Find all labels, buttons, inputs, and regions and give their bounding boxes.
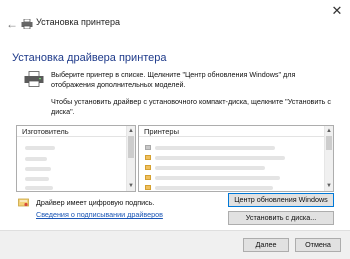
driver-signing-link[interactable]: Сведения о подписывании драйверов: [36, 210, 163, 219]
printer-item-icon: [145, 175, 151, 180]
instruction-text-1: Выберите принтер в списке. Щелкните "Цен…: [51, 70, 296, 89]
printer-icon: [21, 19, 33, 29]
scroll-thumb[interactable]: [128, 136, 134, 158]
manufacturer-column-header: Изготовитель: [17, 126, 126, 137]
page-heading: Установка драйвера принтера: [12, 52, 167, 64]
window-title: Установка принтера: [36, 17, 120, 27]
printer-item-icon: [145, 155, 151, 160]
signature-status-text: Драйвер имеет цифровую подпись.: [36, 198, 155, 207]
printers-column-header: Принтеры: [139, 126, 324, 137]
scroll-down-icon[interactable]: ▼: [325, 182, 333, 190]
signed-driver-icon: [18, 198, 29, 207]
scroll-thumb[interactable]: [326, 136, 332, 150]
cancel-button[interactable]: Отмена: [295, 238, 341, 252]
printer-item-icon: [145, 185, 151, 190]
printer-item-icon: [145, 145, 151, 150]
next-button[interactable]: Далее: [243, 238, 289, 252]
scroll-down-icon[interactable]: ▼: [127, 182, 135, 190]
close-icon[interactable]: ✕: [330, 4, 344, 18]
instruction-text-2: Чтобы установить драйвер с установочного…: [51, 97, 332, 116]
dialog-window: ✕ ← Установка принтера Установка драйвер…: [0, 0, 350, 259]
scroll-up-icon[interactable]: ▲: [127, 127, 135, 135]
manufacturer-listbox[interactable]: Изготовитель ▲ ▼: [16, 125, 136, 192]
printers-scrollbar[interactable]: ▲ ▼: [324, 126, 333, 191]
manufacturer-scrollbar[interactable]: ▲ ▼: [126, 126, 135, 191]
scroll-up-icon[interactable]: ▲: [325, 127, 333, 135]
windows-update-button[interactable]: Центр обновления Windows: [228, 193, 334, 207]
back-arrow-icon[interactable]: ←: [6, 18, 18, 30]
printers-listbox[interactable]: Принтеры ▲ ▼: [138, 125, 334, 192]
have-disk-button[interactable]: Установить с диска...: [228, 211, 334, 225]
title-bar: ✕ ← Установка принтера: [0, 0, 350, 32]
printer-item-icon: [145, 165, 151, 170]
printer-large-icon: [24, 71, 44, 87]
